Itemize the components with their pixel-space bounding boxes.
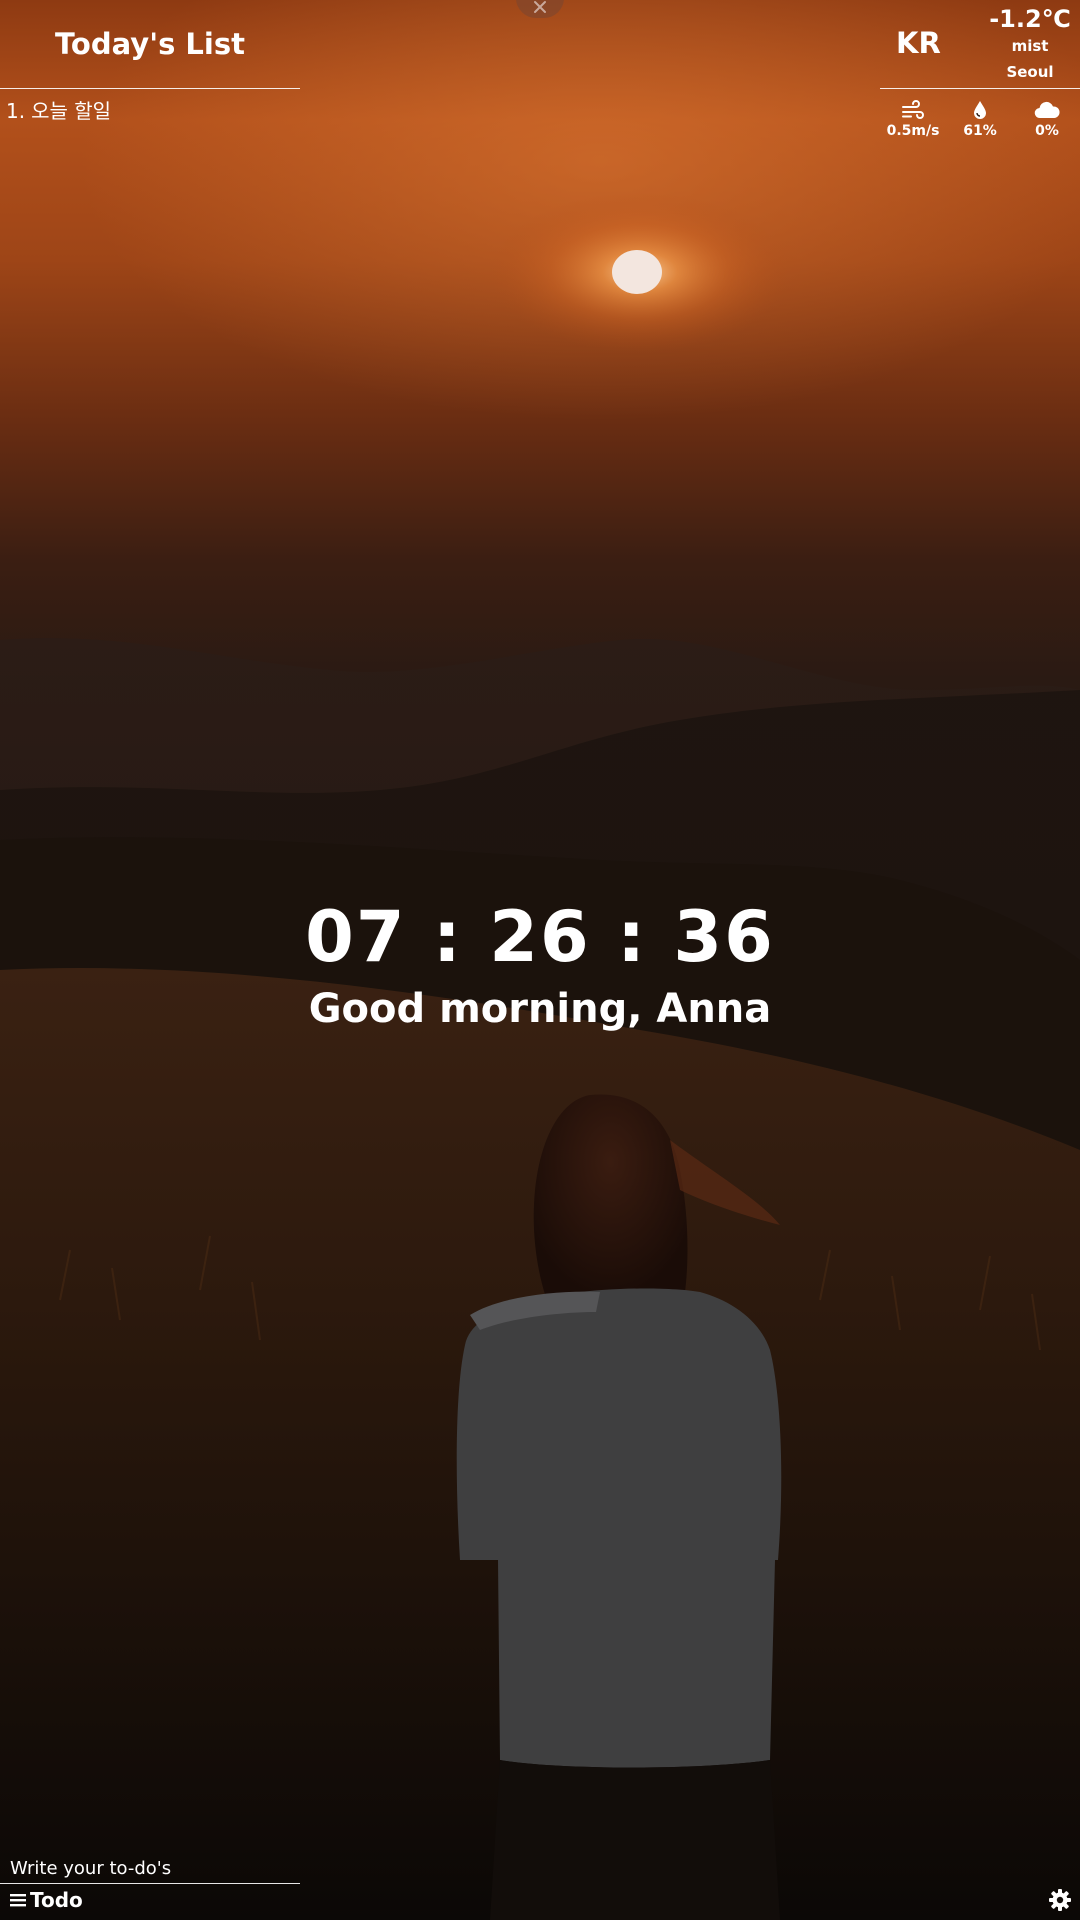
water-drop-icon bbox=[974, 101, 986, 119]
wind-speed: 0.5m/s bbox=[886, 123, 940, 139]
humidity-value: 61% bbox=[963, 123, 997, 139]
humidity-stat: 61% bbox=[947, 99, 1013, 139]
todo-form bbox=[0, 1856, 300, 1884]
todo-item-text: 오늘 할일 bbox=[31, 99, 112, 123]
cloudiness-value: 0% bbox=[1035, 123, 1059, 139]
todo-item-index: 1. bbox=[6, 99, 26, 123]
todo-list: 1. 오늘 할일 bbox=[0, 89, 300, 125]
settings-button[interactable] bbox=[1048, 1888, 1072, 1912]
weather-header: KR -1.2℃ mist Seoul bbox=[880, 0, 1080, 89]
todo-panel: Today's List 1. 오늘 할일 bbox=[0, 0, 300, 125]
wind-icon bbox=[902, 100, 924, 119]
clock: 07 : 26 : 36 bbox=[305, 896, 775, 978]
todo-toggle-label: Todo bbox=[30, 1888, 83, 1912]
weather-panel: KR -1.2℃ mist Seoul 0.5m/s 61% 0% bbox=[880, 0, 1080, 139]
gear-icon bbox=[1049, 1889, 1071, 1911]
cloud-stat: 0% bbox=[1014, 99, 1080, 139]
city-name: Seoul bbox=[1006, 63, 1054, 81]
todo-toggle-button[interactable]: Todo bbox=[10, 1888, 83, 1912]
temperature: -1.2℃ bbox=[989, 5, 1071, 33]
todo-item[interactable]: 1. 오늘 할일 bbox=[6, 97, 300, 125]
country-code: KR bbox=[896, 26, 941, 60]
todo-list-title: Today's List bbox=[0, 0, 300, 89]
clock-section: 07 : 26 : 36 Good morning, Anna bbox=[0, 890, 1080, 1034]
weather-description: mist bbox=[1011, 37, 1049, 55]
wind-stat: 0.5m/s bbox=[880, 99, 946, 139]
hamburger-menu-icon bbox=[10, 1894, 26, 1907]
cloud-icon bbox=[1034, 101, 1060, 119]
close-icon bbox=[534, 1, 546, 13]
weather-stats: 0.5m/s 61% 0% bbox=[880, 89, 1080, 139]
greeting: Good morning, Anna bbox=[308, 986, 772, 1032]
temperature-block: -1.2℃ mist Seoul bbox=[980, 4, 1080, 82]
todo-input[interactable] bbox=[0, 1856, 300, 1884]
